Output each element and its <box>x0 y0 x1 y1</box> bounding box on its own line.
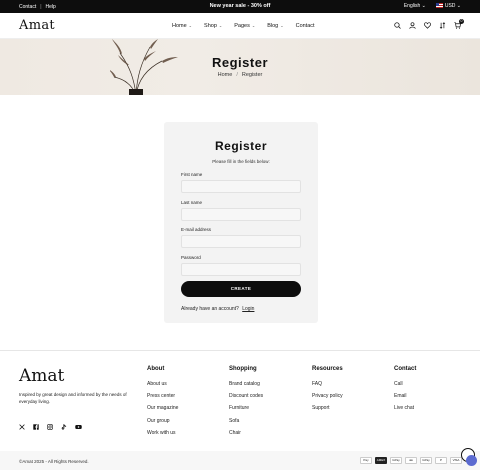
nav-label: Home <box>172 23 187 29</box>
user-icon[interactable] <box>409 22 416 29</box>
footer-column-about: About About us Press center Our magazine… <box>147 366 178 442</box>
footer-link[interactable]: Brand catalog <box>229 381 263 387</box>
footer-link[interactable]: Sofa <box>229 418 263 424</box>
form-subtitle: Please fill in the fields below: <box>212 159 270 164</box>
paypal-icon: P <box>435 457 447 464</box>
social-links <box>19 417 82 435</box>
password-field[interactable] <box>181 263 301 276</box>
footer-link[interactable]: Call <box>394 381 416 387</box>
footer-tagline: Inspired by great design and informed by… <box>19 392 127 404</box>
breadcrumb-separator: / <box>236 72 238 78</box>
nav-pages[interactable]: Pages ⌄ <box>234 23 255 29</box>
search-icon[interactable] <box>394 22 401 29</box>
google-pay-icon: GPay <box>390 457 402 464</box>
footer-bottom-bar: ©Amat 2025 - All Rights Reserved. Pay AM… <box>0 451 480 470</box>
chevron-down-icon: ⌄ <box>188 23 193 28</box>
nav-label: Shop <box>204 23 217 29</box>
email-field[interactable] <box>181 235 301 248</box>
register-form: Register Please fill in the fields below… <box>164 122 318 323</box>
footer-link[interactable]: Email <box>394 393 416 399</box>
x-twitter-icon[interactable] <box>19 417 25 435</box>
google-pay-icon: GPay <box>420 457 432 464</box>
nav-label: Pages <box>234 23 250 29</box>
chevron-down-icon: ⌄ <box>421 3 426 9</box>
login-prompt: Already have an account? Login <box>181 306 254 312</box>
first-name-label: First name <box>181 172 203 177</box>
footer-column-shopping: Shopping Brand catalog Discount codes Fu… <box>229 366 263 442</box>
instagram-icon[interactable] <box>47 417 53 435</box>
currency-label: USD <box>444 3 456 9</box>
language-label: English <box>403 3 421 9</box>
main-nav: Home ⌄ Shop ⌄ Pages ⌄ Blog ⌄ Contact <box>172 23 315 29</box>
payment-methods: Pay AMEX GPay ●● GPay P VISA <box>360 457 462 464</box>
compare-icon[interactable] <box>439 22 446 29</box>
apple-pay-icon: Pay <box>360 457 372 464</box>
footer-column-title: About <box>147 366 165 372</box>
footer-link[interactable]: Chair <box>229 430 263 436</box>
footer-column-title: Shopping <box>229 366 257 372</box>
footer-column-resources: Resources FAQ Privacy policy Support <box>312 366 343 418</box>
header-icons: 0 <box>394 19 464 29</box>
cart-icon[interactable]: 0 <box>454 19 464 29</box>
footer-link[interactable]: Discount codes <box>229 393 263 399</box>
form-title: Register <box>214 139 268 153</box>
nav-label: Blog <box>267 23 279 29</box>
chevron-down-icon: ⌄ <box>456 3 461 9</box>
footer-logo[interactable]: Amat <box>19 366 64 386</box>
nav-blog[interactable]: Blog ⌄ <box>267 23 283 29</box>
page-title: Register <box>211 55 269 70</box>
footer-column-title: Contact <box>394 366 417 372</box>
amex-icon: AMEX <box>375 457 387 464</box>
us-flag-icon <box>435 3 443 9</box>
page-hero: Register Home / Register <box>0 39 480 95</box>
announcement-bar: Contact | Help New year sale - 30% off E… <box>0 0 480 13</box>
email-label: E-mail address <box>181 227 212 232</box>
footer-link[interactable]: Privacy policy <box>312 393 343 399</box>
footer-link[interactable]: FAQ <box>312 381 343 387</box>
footer-link[interactable]: Support <box>312 405 343 411</box>
last-name-field[interactable] <box>181 208 301 221</box>
copyright: ©Amat 2025 - All Rights Reserved. <box>19 459 89 464</box>
password-label: Password <box>181 255 201 260</box>
facebook-icon[interactable] <box>33 417 39 435</box>
footer-column-contact: Contact Call Email Live chat <box>394 366 416 418</box>
footer-link[interactable]: Live chat <box>394 405 416 411</box>
footer-divider <box>0 350 480 351</box>
chat-widget-button[interactable] <box>466 455 477 466</box>
footer-link[interactable]: Work with us <box>147 430 178 436</box>
currency-selector[interactable]: USD ⌄ <box>435 3 461 9</box>
chevron-down-icon: ⌄ <box>218 23 223 28</box>
first-name-field[interactable] <box>181 180 301 193</box>
footer-link[interactable]: Our group <box>147 418 178 424</box>
nav-shop[interactable]: Shop ⌄ <box>204 23 222 29</box>
logo[interactable]: Amat <box>19 18 55 33</box>
last-name-label: Last name <box>181 200 203 205</box>
breadcrumb-current: Register <box>241 72 263 78</box>
create-button[interactable]: CREATE <box>181 281 301 297</box>
tiktok-icon[interactable] <box>61 417 67 435</box>
footer-link[interactable]: About us <box>147 381 178 387</box>
heart-icon[interactable] <box>424 22 431 29</box>
chevron-down-icon: ⌄ <box>251 23 256 28</box>
nav-home[interactable]: Home ⌄ <box>172 23 192 29</box>
footer-link[interactable]: Our magazine <box>147 405 178 411</box>
footer-link[interactable]: Furniture <box>229 405 263 411</box>
chevron-down-icon: ⌄ <box>280 23 284 28</box>
footer-link[interactable]: Press center <box>147 393 178 399</box>
visa-icon: VISA <box>450 457 462 464</box>
breadcrumb-home[interactable]: Home <box>218 72 233 78</box>
nav-contact[interactable]: Contact <box>296 23 315 29</box>
cart-count-badge: 0 <box>459 19 464 24</box>
language-selector[interactable]: English ⌄ <box>404 3 426 9</box>
mastercard-icon: ●● <box>405 457 417 464</box>
footer-column-title: Resources <box>312 366 343 372</box>
youtube-icon[interactable] <box>75 417 82 435</box>
site-header: Amat Home ⌄ Shop ⌄ Pages ⌄ Blog ⌄ Contact 0 <box>0 13 480 39</box>
login-link[interactable]: Login <box>242 306 254 312</box>
breadcrumb: Home / Register <box>0 72 480 78</box>
login-prompt-text: Already have an account? <box>181 306 239 312</box>
